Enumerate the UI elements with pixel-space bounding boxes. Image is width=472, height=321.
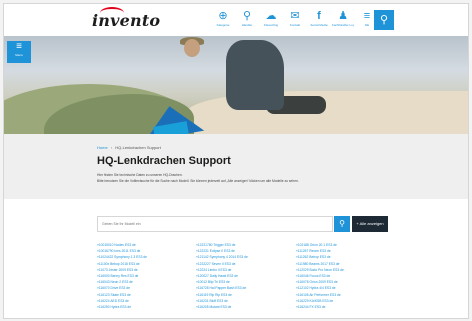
- user-icon: ♟: [338, 10, 348, 22]
- model-link[interactable]: »116244 FX ES3 de: [296, 304, 392, 310]
- nav-label: Kategorie: [216, 23, 230, 27]
- browser-frame: invento ⊕ Kategorie ⚲ Händler ☁ Kitesurf…: [3, 3, 469, 319]
- model-search-button[interactable]: ⚲: [334, 216, 350, 232]
- nav-item-haendler[interactable]: ⚲ Händler: [236, 8, 258, 34]
- model-list-column-2: »12221780 Trigger ES3 de »122231 Eclipse…: [196, 242, 292, 310]
- hero-image: [4, 36, 468, 134]
- search-icon: ⚲: [339, 219, 345, 228]
- breadcrumb: Home › HQ-Lenkdrachen Support: [97, 145, 161, 150]
- model-list-column-3: »102188 Orion 20.1 ES3 de »111267 Reone …: [296, 242, 392, 310]
- header-search-button[interactable]: ⚲: [374, 10, 394, 30]
- model-search-input[interactable]: [97, 216, 333, 232]
- intro-text: Hier finden Sie technische Daten zu unse…: [97, 173, 183, 177]
- main-content: Home › HQ-Lenkdrachen Support HQ-Lenkdra…: [4, 134, 468, 318]
- chat-icon: ☁: [265, 10, 277, 22]
- support-icon: ✉: [290, 10, 300, 22]
- model-link[interactable]: »116250 Hydra ES3 de: [97, 304, 193, 310]
- info-icon: ⊕: [218, 10, 228, 22]
- nav-item-kitesurfing[interactable]: ☁ Kitesurfing: [260, 8, 282, 34]
- nav-label: Kontakt: [289, 23, 301, 27]
- menu-label: Menu: [15, 53, 23, 57]
- location-icon: ⚲: [242, 10, 252, 22]
- search-icon: ⚲: [379, 14, 389, 26]
- breadcrumb-current: HQ-Lenkdrachen Support: [115, 145, 161, 150]
- nav-label: Fachhändler Login: [332, 23, 354, 27]
- nav-item-login[interactable]: ♟ Fachhändler Login: [332, 8, 354, 34]
- site-header: invento ⊕ Kategorie ⚲ Händler ☁ Kitesurf…: [4, 4, 468, 36]
- model-list-column-1: »10015010 Nodes ES3 de »10016790 Ines 20…: [97, 242, 193, 310]
- breadcrumb-home[interactable]: Home: [97, 145, 108, 150]
- nav-item-social-media[interactable]: f Social Media: [308, 8, 330, 34]
- nav-item-kategorie[interactable]: ⊕ Kategorie: [212, 8, 234, 34]
- model-link[interactable]: »116205 Mutant ES3 de: [196, 304, 292, 310]
- hero-person-head: [184, 39, 200, 57]
- facebook-icon: f: [317, 10, 321, 22]
- intro-text: Bitte benutzen Sie die Volltextsuche für…: [97, 179, 299, 183]
- show-all-button[interactable]: + Alle anzeigen: [352, 216, 388, 232]
- language-icon: ≡: [363, 10, 371, 22]
- nav-item-kontakt[interactable]: ✉ Kontakt: [284, 8, 306, 34]
- nav-label: Social Media: [310, 23, 328, 27]
- page-title: HQ-Lenkdrachen Support: [97, 155, 231, 167]
- top-nav: ⊕ Kategorie ⚲ Händler ☁ Kitesurfing ✉ Ko…: [212, 8, 380, 34]
- hero-person: [226, 40, 284, 110]
- logo[interactable]: invento: [92, 11, 160, 30]
- menu-button[interactable]: ≡ Menu: [7, 41, 31, 63]
- hamburger-icon: ≡: [16, 41, 22, 52]
- intro-section: Home › HQ-Lenkdrachen Support HQ-Lenkdra…: [4, 134, 468, 199]
- nav-label: Händler: [241, 23, 253, 27]
- breadcrumb-separator: ›: [110, 145, 113, 150]
- nav-label: Kitesurfing: [263, 23, 279, 27]
